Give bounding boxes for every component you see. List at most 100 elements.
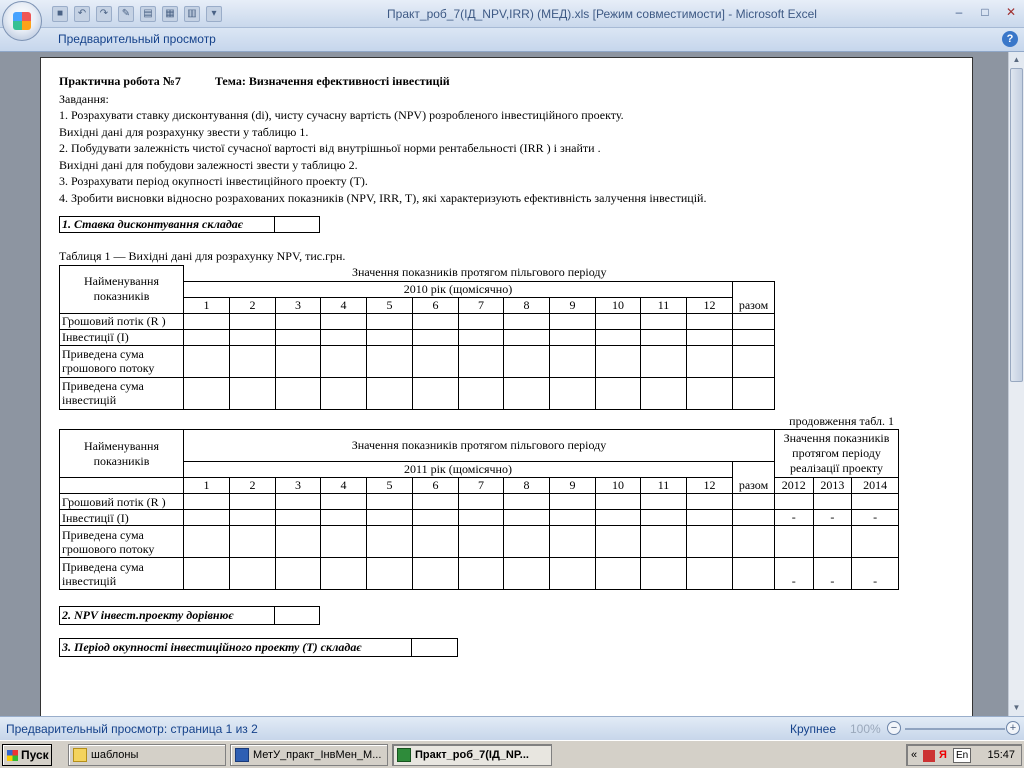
month-cell: 5: [366, 477, 413, 494]
title-bar: ■ ↶ ↷ ✎ ▤ ▦ ▥ ▾ Практ_роб_7(ІД_NPV,IRR) …: [0, 0, 1024, 41]
month-cell: 5: [366, 296, 413, 314]
npv-value: [274, 606, 320, 625]
month-cell: 8: [503, 477, 550, 494]
year-cell: 2014: [851, 477, 899, 494]
table-row: Приведена сума грошового потоку: [59, 525, 899, 558]
table-row: Інвестиції (І) - - -: [59, 509, 899, 526]
year-cell: 2013: [812, 477, 853, 494]
row-label: Приведена сума грошового потоку: [59, 344, 184, 378]
t1-group-header: Значення показників протягом пільгового …: [183, 265, 775, 282]
table-row: Приведена сума грошового потоку: [59, 344, 775, 378]
minimize-button[interactable]: –: [946, 3, 972, 21]
ribbon: Предварительный просмотр ?: [0, 28, 1024, 52]
restore-button[interactable]: □: [972, 3, 998, 21]
npv-box: 2. NPV інвест.проекту дорівнює: [59, 606, 320, 625]
dash-cell: -: [774, 557, 814, 590]
t2-year-header: 2011 рік (щомісячно): [183, 461, 733, 478]
month-cell: 7: [458, 296, 504, 314]
zoom-in-label[interactable]: Крупнее: [790, 722, 836, 736]
zoom-in-button[interactable]: +: [1006, 721, 1020, 735]
dash-cell: -: [851, 509, 899, 526]
task-line: Завдання:: [59, 91, 109, 106]
month-cell: 1: [183, 296, 230, 314]
word-icon: [235, 748, 249, 762]
row-label: Грошовий потік (R ): [59, 312, 184, 330]
table1-caption: Таблиця 1 — Вихідні дані для розрахунку …: [59, 249, 346, 263]
start-button[interactable]: Пуск: [2, 744, 52, 766]
year-cell: 2012: [774, 477, 814, 494]
task-line: 4. Зробити висновки відносно розраховани…: [59, 190, 707, 205]
preview-area: Практична робота №7 Тема: Визначення ефек…: [0, 52, 1008, 716]
tab-print-preview[interactable]: Предварительный просмотр: [58, 32, 216, 46]
task-line: 2. Побудувати залежність чистої сучасної…: [59, 141, 601, 155]
yandex-icon[interactable]: Я: [939, 745, 947, 765]
month-cell: 1: [183, 477, 230, 494]
row-label: Грошовий потік (R ): [59, 493, 184, 510]
tray-expand-icon[interactable]: «: [911, 745, 917, 765]
payback-value: [411, 638, 458, 657]
payback-box: 3. Період окупності інвестиційного проек…: [59, 638, 458, 657]
status-bar: Предварительный просмотр: страница 1 из …: [0, 716, 1024, 740]
row-label: Приведена сума інвестицій: [59, 376, 184, 410]
t1-year-header: 2010 рік (щомісячно): [183, 280, 733, 298]
row-label: Інвестиції (І): [59, 328, 184, 346]
work-title: Практична робота №7: [59, 74, 181, 88]
scroll-up-icon[interactable]: ▲: [1009, 52, 1024, 68]
discount-rate-box: 1. Ставка дисконтування складає: [59, 216, 320, 233]
month-cell: 6: [412, 477, 459, 494]
task-line: Вихідні дані для розрахунку звести у таб…: [59, 124, 309, 139]
t2-group-header: Значення показників протягом пільгового …: [183, 429, 775, 462]
zoom-out-button[interactable]: −: [887, 721, 901, 735]
month-cell: 11: [640, 477, 687, 494]
taskbar-item-word[interactable]: МетУ_практ_ІнвМен_М...: [230, 744, 388, 766]
folder-icon: [73, 748, 87, 762]
status-text: Предварительный просмотр: страница 1 из …: [6, 722, 258, 736]
month-cell: 8: [503, 296, 550, 314]
clock: 15:47: [987, 749, 1015, 761]
taskbar-item-label: МетУ_практ_ІнвМен_М...: [253, 749, 382, 761]
task-line: 3. Розрахувати період окупності інвестиц…: [59, 174, 368, 188]
table-row: Грошовий потік (R ): [59, 312, 775, 330]
month-cell: 10: [595, 296, 641, 314]
task-line: 1. Розрахувати ставку дисконтування (di)…: [59, 108, 624, 122]
language-indicator[interactable]: En: [953, 748, 972, 763]
month-cell: 2: [229, 477, 276, 494]
discount-rate-value: [274, 216, 320, 233]
vertical-scrollbar[interactable]: ▲ ▼: [1008, 52, 1024, 716]
antivirus-icon[interactable]: [923, 750, 935, 762]
month-cell: 3: [275, 477, 321, 494]
table-row: Інвестиції (І): [59, 328, 775, 346]
month-cell: 7: [458, 477, 504, 494]
scroll-thumb[interactable]: [1010, 68, 1023, 382]
payback-label: 3. Період окупності інвестиційного проек…: [59, 638, 412, 657]
month-cell: 11: [640, 296, 687, 314]
scroll-down-icon[interactable]: ▼: [1009, 700, 1024, 716]
office-button[interactable]: [2, 1, 42, 41]
window-controls: – □ ✕: [946, 3, 1024, 21]
zoom-slider[interactable]: [905, 728, 1005, 730]
task-line: Вихідні дані для побудови залежності зве…: [59, 157, 358, 172]
dash-cell: -: [812, 557, 853, 590]
row-label: Приведена сума інвестицій: [59, 557, 184, 590]
continuation-note: продовження табл. 1: [789, 413, 894, 428]
month-cell: 4: [320, 296, 367, 314]
taskbar-item-folder[interactable]: шаблоны: [68, 744, 226, 766]
dash-cell: -: [774, 509, 814, 526]
excel-icon: [397, 748, 411, 762]
taskbar-item-label: шаблоны: [91, 749, 139, 761]
help-icon[interactable]: ?: [1002, 31, 1018, 47]
table-row: Грошовий потік (R ): [59, 493, 899, 510]
month-cell: 3: [275, 296, 321, 314]
month-cell: 4: [320, 477, 367, 494]
close-button[interactable]: ✕: [998, 3, 1024, 21]
t1-name-header: Найменування показників: [59, 264, 184, 314]
dash-cell: -: [851, 557, 899, 590]
table1-continuation: Найменування показників Значення показни…: [59, 429, 899, 590]
t2-total-header: разом: [732, 461, 775, 494]
row-label: Інвестиції (І): [59, 509, 184, 526]
t1-total-header: разом: [732, 280, 775, 314]
taskbar-item-excel[interactable]: Практ_роб_7(ІД_NP...: [392, 744, 552, 766]
discount-rate-label: 1. Ставка дисконтування складає: [59, 216, 275, 233]
row-label: Приведена сума грошового потоку: [59, 525, 184, 558]
month-cell: 6: [412, 296, 459, 314]
